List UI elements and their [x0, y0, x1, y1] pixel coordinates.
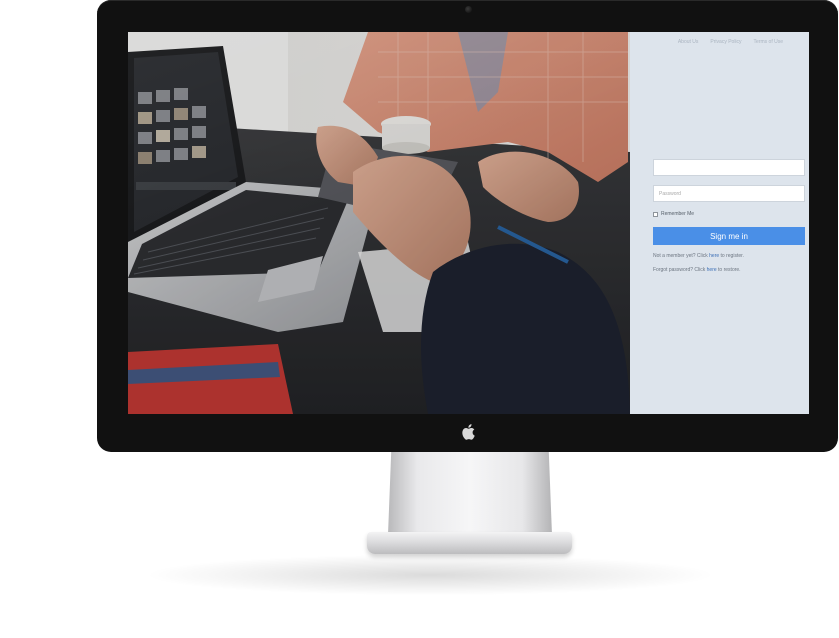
monitor-stand-neck	[388, 450, 552, 535]
floor-shadow	[150, 555, 710, 595]
register-text: Not a member yet? Click here to register…	[653, 253, 744, 259]
password-input[interactable]	[653, 185, 805, 202]
screen: About Us Privacy Policy Terms of Use Rem…	[128, 32, 809, 414]
monitor-stand-foot	[367, 532, 572, 554]
register-prefix: Not a member yet? Click	[653, 253, 710, 259]
username-input[interactable]	[653, 159, 805, 176]
remember-me-checkbox[interactable]	[653, 211, 658, 217]
imac-mockup: About Us Privacy Policy Terms of Use Rem…	[0, 0, 839, 638]
sign-in-button[interactable]: Sign me in	[653, 227, 805, 245]
register-suffix: to register.	[719, 253, 744, 259]
workspace-photo	[128, 32, 630, 414]
apple-logo-icon	[462, 424, 475, 440]
forgot-prefix: Forgot password? Click	[653, 267, 707, 273]
workspace-photo-illustration	[128, 32, 630, 414]
privacy-policy-link[interactable]: Privacy Policy	[710, 39, 741, 45]
login-panel: About Us Privacy Policy Terms of Use Rem…	[630, 32, 809, 414]
remember-me[interactable]: Remember Me	[653, 211, 694, 217]
about-us-link[interactable]: About Us	[678, 39, 699, 45]
forgot-password-link[interactable]: here	[707, 267, 717, 273]
remember-me-label: Remember Me	[661, 211, 695, 217]
register-link[interactable]: here	[709, 253, 719, 259]
top-nav: About Us Privacy Policy Terms of Use	[678, 39, 783, 45]
camera-icon	[465, 6, 472, 13]
forgot-password-text: Forgot password? Click here to restore.	[653, 267, 741, 273]
forgot-suffix: to restore.	[716, 267, 741, 273]
terms-of-use-link[interactable]: Terms of Use	[754, 39, 783, 45]
